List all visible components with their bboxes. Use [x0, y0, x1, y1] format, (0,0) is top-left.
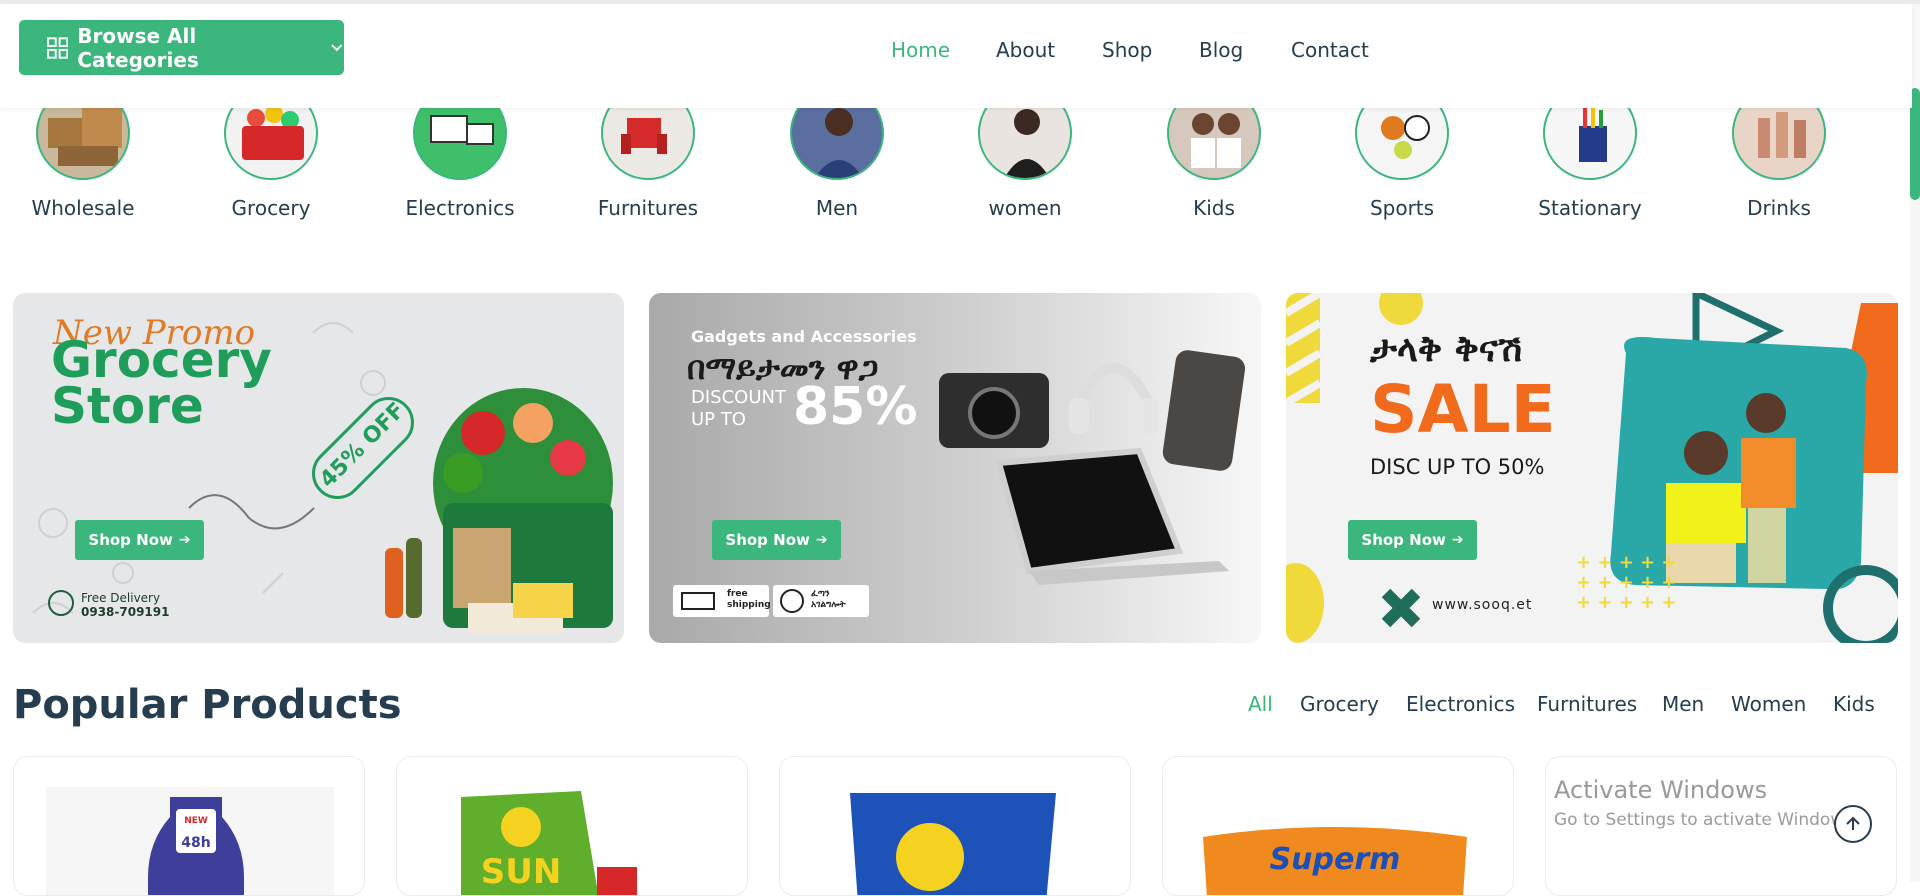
grocery-title: Grocery Store: [51, 335, 272, 435]
sale-discount: DISC UP TO 50%: [1370, 455, 1545, 479]
category-kids[interactable]: Kids: [1144, 86, 1284, 220]
category-women[interactable]: women: [955, 86, 1095, 220]
arrow-up-icon: [1846, 816, 1860, 830]
svg-text:48h: 48h: [181, 835, 210, 851]
activate-subtitle: Go to Settings to activate Windows.: [1554, 810, 1859, 830]
category-drinks[interactable]: Drinks: [1709, 86, 1849, 220]
shop-now-button[interactable]: Shop Now ➔: [1348, 520, 1477, 560]
activate-title: Activate Windows: [1554, 776, 1768, 804]
category-men[interactable]: Men: [767, 86, 907, 220]
arrow-right-icon: ➔: [1451, 532, 1464, 548]
svg-text:SUN: SUN: [481, 852, 562, 892]
nav-contact[interactable]: Contact: [1291, 38, 1369, 62]
filter-men[interactable]: Men: [1662, 692, 1704, 716]
product-image: SUN: [461, 791, 637, 895]
filter-grocery[interactable]: Grocery: [1300, 692, 1379, 716]
category-stationary[interactable]: Stationary: [1520, 86, 1660, 220]
filter-women[interactable]: Women: [1731, 692, 1806, 716]
shop-now-label: Shop Now: [88, 531, 173, 549]
filter-all[interactable]: All: [1248, 692, 1273, 716]
category-label: Sports: [1369, 196, 1435, 220]
filter-electronics[interactable]: Electronics: [1406, 692, 1515, 716]
product-card[interactable]: [779, 756, 1131, 896]
product-image: Superm: [1203, 827, 1467, 895]
shop-now-button[interactable]: Shop Now ➔: [712, 520, 841, 560]
sale-amharic: ታላቅ ቅናሽ: [1370, 329, 1523, 370]
section-title: Popular Products: [13, 682, 402, 728]
category-label: Furnitures: [597, 196, 699, 220]
svg-text:NEW: NEW: [184, 816, 208, 826]
fast-service-line2: አገልግሎት: [811, 600, 846, 610]
product-card[interactable]: Superm: [1162, 756, 1514, 896]
nav-shop[interactable]: Shop: [1102, 38, 1152, 62]
product-card[interactable]: SUN: [396, 756, 748, 896]
grocery-title-line2: Store: [51, 377, 204, 435]
category-furnitures[interactable]: Furnitures: [578, 86, 718, 220]
svg-text:+ + + + +: + + + + +: [1576, 572, 1676, 593]
sale-promo-banner[interactable]: + + + + + + + + + + + + + + + ታላቅ ቅናሽ SALE…: [1286, 293, 1898, 643]
arrow-right-icon: ➔: [178, 532, 191, 548]
gadgets-discount-line2: UP TO: [691, 409, 746, 430]
nav-blog[interactable]: Blog: [1199, 38, 1243, 62]
category-label: Wholesale: [31, 196, 135, 220]
gadgets-discount-line1: DISCOUNT: [691, 387, 786, 408]
free-shipping-line2: shipping: [727, 600, 771, 610]
shop-now-label: Shop Now: [1361, 531, 1446, 549]
svg-text:+ + + + +: + + + + +: [1576, 592, 1676, 613]
fast-service-line1: ፈጣን: [811, 589, 830, 599]
gadgets-discount: DISCOUNT UP TO: [691, 387, 786, 431]
grocery-promo-banner[interactable]: New Promo Grocery Store 45% OFF Shop Now…: [13, 293, 624, 643]
svg-text:Superm: Superm: [1270, 842, 1401, 877]
chevron-down-icon: [331, 43, 343, 51]
delivery-phone: 0938-709191: [81, 605, 170, 619]
category-electronics[interactable]: Electronics: [390, 86, 530, 220]
main-header: Browse All Categories Home About Shop Bl…: [0, 4, 1912, 108]
category-label: Men: [815, 196, 859, 220]
svg-text:+ + + + +: + + + + +: [1576, 552, 1676, 573]
category-label: Kids: [1193, 196, 1235, 220]
fast-service-badge: ፈጣን አገልግሎት: [811, 589, 846, 611]
category-label: women: [988, 196, 1062, 220]
filter-kids[interactable]: Kids: [1833, 692, 1875, 716]
arrow-right-icon: ➔: [815, 532, 828, 548]
delivery-info: Free Delivery 0938-709191: [81, 591, 169, 619]
delivery-label: Free Delivery: [81, 591, 161, 605]
grid-icon: [47, 36, 69, 59]
gadgets-percent: 85%: [793, 377, 918, 437]
category-label: Stationary: [1538, 196, 1642, 220]
category-label: Drinks: [1747, 196, 1811, 220]
gadgets-promo-banner[interactable]: Gadgets and Accessories በማይታመን ዋጋ DISCOU…: [649, 293, 1261, 643]
sale-title: SALE: [1370, 371, 1556, 448]
category-grocery[interactable]: Grocery: [201, 86, 341, 220]
free-shipping-badge: free shipping: [727, 589, 771, 611]
category-wholesale[interactable]: Wholesale: [13, 86, 153, 220]
category-label: Electronics: [405, 196, 515, 220]
scroll-to-top-button[interactable]: [1834, 805, 1872, 843]
product-card[interactable]: NEW 48h: [13, 756, 365, 896]
shop-now-label: Shop Now: [725, 531, 810, 549]
shop-now-button[interactable]: Shop Now ➔: [75, 520, 204, 560]
browse-categories-label: Browse All Categories: [77, 23, 199, 72]
gadgets-kicker: Gadgets and Accessories: [691, 327, 917, 346]
nav-about[interactable]: About: [996, 38, 1055, 62]
product-image: NEW 48h: [46, 787, 334, 895]
category-sports[interactable]: Sports: [1332, 86, 1472, 220]
category-label: Grocery: [231, 196, 311, 220]
free-shipping-line1: free: [727, 589, 748, 599]
activate-windows-watermark: Activate Windows Go to Settings to activ…: [1554, 776, 1859, 830]
browse-categories-button[interactable]: Browse All Categories: [19, 20, 344, 75]
nav-home[interactable]: Home: [891, 38, 950, 62]
filter-furnitures[interactable]: Furnitures: [1537, 692, 1637, 716]
product-image: [850, 793, 1056, 895]
sale-url: www.sooq.et: [1432, 597, 1533, 613]
